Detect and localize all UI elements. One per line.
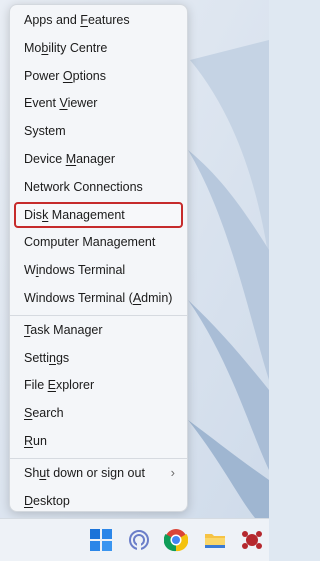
menu-item-label: Computer Management [24,235,156,250]
chevron-right-icon: › [170,464,175,480]
menu-item-label: Device Manager [24,152,116,166]
menu-item-apps-and-features[interactable]: Apps and Features [14,7,183,33]
menu-item-device-manager[interactable]: Device Manager [14,146,183,172]
menu-item-power-options[interactable]: Power Options [14,63,183,89]
menu-item-file-explorer[interactable]: File Explorer [14,372,183,398]
menu-item-label: System [24,124,66,139]
menu-item-system[interactable]: System [14,118,183,144]
menu-item-settings[interactable]: Settings [14,345,183,371]
menu-divider [10,314,187,316]
menu-item-label: Windows Terminal (Admin) [24,291,173,305]
menu-item-search[interactable]: Search [14,400,183,426]
menu-item-shut-down-or-sign-out[interactable]: Shut down or sign out › [14,460,183,486]
menu-item-label: Settings [24,350,70,365]
menu-item-run[interactable]: Run [14,428,183,454]
cortana-icon[interactable] [127,528,151,552]
menu-item-label: Mobility Centre [24,40,108,55]
menu-item-mobility-centre[interactable]: Mobility Centre [14,35,183,61]
menu-item-desktop[interactable]: Desktop [14,488,183,514]
menu-item-label: File Explorer [24,378,95,393]
menu-item-label: Network Connections [24,179,143,194]
taskbar [0,518,269,561]
menu-item-label: Power Options [24,68,106,83]
menu-item-disk-management[interactable]: Disk Management [14,201,183,228]
winx-context-menu: Apps and Features Mobility Centre Power Op… [9,4,188,512]
menu-item-label: Apps and Features [24,13,130,27]
menu-divider [10,457,187,459]
menu-item-label: Task Manager [24,322,103,337]
menu-item-label: Shut down or sign out [24,465,145,480]
menu-item-windows-terminal-admin[interactable]: Windows Terminal (Admin) [14,285,183,311]
menu-item-network-connections[interactable]: Network Connections [14,174,183,200]
menu-item-event-viewer[interactable]: Event Viewer [14,90,183,116]
menu-item-windows-terminal[interactable]: Windows Terminal [14,257,183,283]
menu-item-label: Run [24,434,47,448]
menu-item-label: Windows Terminal [24,263,126,278]
menu-item-label: Disk Management [24,207,125,222]
app-icon[interactable] [240,528,264,552]
menu-item-label: Search [24,406,64,421]
menu-item-label: Desktop [24,493,70,508]
menu-item-computer-management[interactable]: Computer Management [14,229,183,255]
file-explorer-icon[interactable] [203,528,227,552]
windows-start-icon[interactable] [89,528,113,552]
menu-item-label: Event Viewer [24,96,98,111]
menu-item-task-manager[interactable]: Task Manager [14,317,183,343]
chrome-icon[interactable] [163,528,189,552]
